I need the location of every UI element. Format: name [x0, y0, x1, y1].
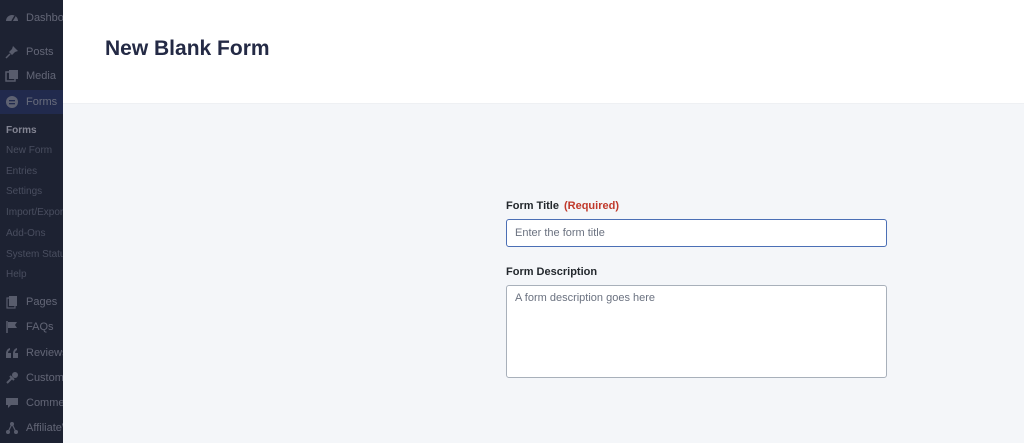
forms-icon — [4, 94, 20, 110]
sidebar-item-comments[interactable]: Comments — [0, 391, 63, 415]
form-title-label: Form Title (Required) — [506, 200, 619, 212]
sidebar-item-posts[interactable]: Posts — [0, 40, 63, 64]
dashboard-icon — [4, 10, 20, 26]
sidebar-item-label: Pages — [26, 296, 58, 308]
form-title-label-text: Form Title — [506, 200, 559, 212]
sidebar-item-media[interactable]: Media — [0, 64, 63, 88]
admin-sidebar: Dashboard Posts Media Forms Forms New Fo… — [0, 0, 63, 443]
sidebar-item-label: Media — [26, 70, 56, 82]
sidebar-item-pages[interactable]: Pages — [0, 290, 63, 314]
submenu-item-entries[interactable]: Entries — [6, 166, 37, 177]
form-description-label: Form Description — [506, 266, 598, 278]
sidebar-item-label: Reviews — [26, 347, 63, 359]
form-description-input[interactable] — [506, 285, 887, 378]
sidebar-item-faqs[interactable]: FAQs — [0, 315, 63, 339]
sidebar-item-label: Dashboard — [26, 12, 63, 24]
sidebar-item-label: FAQs — [26, 321, 54, 333]
sidebar-item-label: Forms — [26, 96, 58, 108]
form-title-input[interactable] — [506, 219, 887, 247]
media-icon — [4, 68, 20, 84]
sidebar-item-forms[interactable]: Forms — [0, 90, 63, 114]
affiliate-icon — [4, 420, 20, 436]
customers-icon — [4, 370, 20, 386]
pin-icon — [4, 44, 20, 60]
sidebar-item-dashboard[interactable]: Dashboard — [0, 6, 63, 30]
submenu-item-forms[interactable]: Forms — [6, 125, 37, 136]
page-title: New Blank Form — [105, 37, 270, 60]
quote-icon — [4, 345, 20, 361]
panel-header: New Blank Form — [63, 0, 1024, 104]
sidebar-item-reviews[interactable]: Reviews — [0, 341, 63, 365]
required-indicator: (Required) — [563, 200, 619, 212]
sidebar-item-affiliatewp[interactable]: AffiliateWP — [0, 416, 63, 440]
submenu-item-add-ons[interactable]: Add-Ons — [6, 228, 45, 239]
sidebar-item-label: Comments — [26, 397, 63, 409]
new-form-panel: New Blank Form Form Title (Required) Form… — [63, 0, 1024, 443]
submenu-item-new-form[interactable]: New Form — [6, 145, 52, 156]
pages-icon — [4, 294, 20, 310]
submenu-item-import-export[interactable]: Import/Export — [6, 207, 63, 218]
sidebar-item-label: Customers — [26, 372, 63, 384]
flag-icon — [4, 319, 20, 335]
sidebar-item-customers[interactable]: Customers — [0, 366, 63, 390]
submenu-item-settings[interactable]: Settings — [6, 186, 42, 197]
comments-icon — [4, 395, 20, 411]
sidebar-item-label: Posts — [26, 46, 54, 58]
sidebar-item-label: AffiliateWP — [26, 422, 63, 434]
submenu-item-system-status[interactable]: System Status — [6, 249, 63, 260]
submenu-item-help[interactable]: Help — [6, 269, 27, 280]
